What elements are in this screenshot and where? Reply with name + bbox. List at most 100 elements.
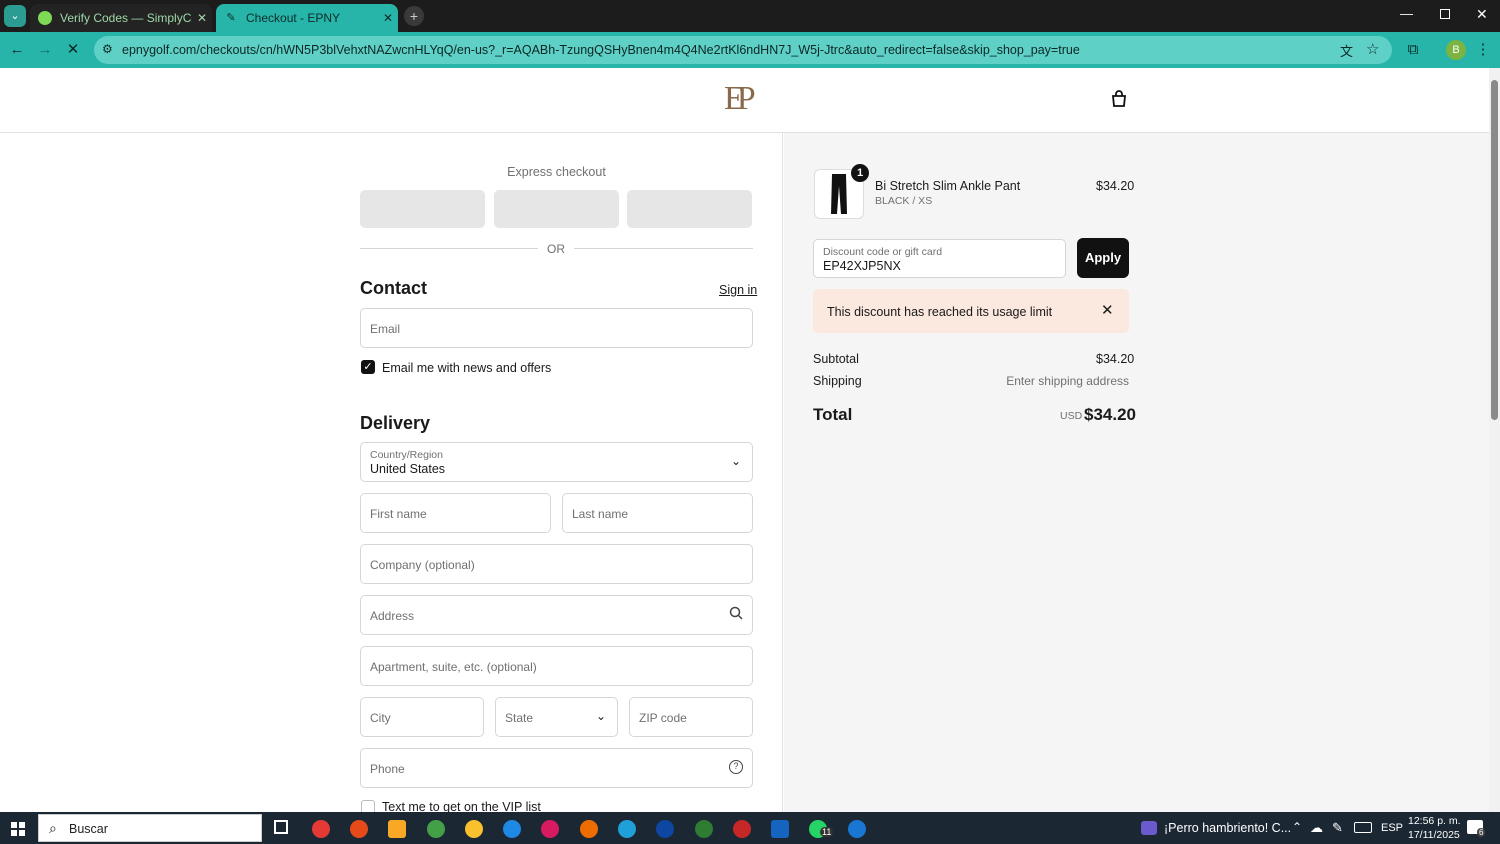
bookmark-star-icon[interactable]: ☆ [1366, 40, 1379, 58]
state-placeholder: State [505, 711, 534, 725]
subtotal-value: $34.20 [1096, 352, 1135, 366]
phone-field[interactable]: Phone ? [360, 748, 753, 788]
windows-start-icon[interactable] [11, 822, 25, 836]
last-name-field[interactable]: Last name [562, 493, 753, 533]
country-select[interactable]: Country/Region United States ⌄ [360, 442, 753, 482]
clock-date[interactable]: 17/11/2025 [1408, 829, 1460, 841]
chrome-profile-icon[interactable] [427, 820, 445, 838]
tab-simplycodes[interactable]: Verify Codes — SimplyCodes ✕ [30, 4, 212, 32]
restore-icon[interactable] [1440, 9, 1450, 19]
express-pay-button-2[interactable] [494, 190, 619, 228]
address-bar[interactable]: ⚙ epnygolf.com/checkouts/cn/hWN5P3blVehx… [94, 36, 1392, 64]
search-text: Buscar [69, 822, 108, 836]
city-field[interactable]: City [360, 697, 484, 737]
total-value: $34.20 [1084, 405, 1136, 424]
notification-count: 6 [1477, 828, 1486, 837]
close-icon[interactable]: ✕ [1101, 301, 1114, 319]
close-window-icon[interactable]: ✕ [1476, 6, 1488, 23]
keyboard-icon[interactable] [1354, 822, 1372, 833]
profile-avatar[interactable]: B [1446, 40, 1466, 60]
taskbar-search[interactable]: ⌕ Buscar [38, 814, 262, 842]
task-view-icon[interactable] [274, 820, 288, 834]
translate-icon[interactable]: 文 [1340, 41, 1353, 60]
last-name-placeholder: Last name [572, 507, 629, 521]
clock-time[interactable]: 12:56 p. m. [1408, 815, 1461, 827]
address-field[interactable]: Address [360, 595, 753, 635]
subtotal-label: Subtotal [813, 352, 859, 366]
error-message: This discount has reached its usage limi… [827, 305, 1053, 319]
currency-label: USD [1060, 410, 1083, 422]
chrome-profile-icon[interactable] [695, 820, 713, 838]
simplycodes-favicon-icon [38, 11, 52, 25]
news-checkbox[interactable]: ✓ [361, 360, 375, 374]
email-placeholder: Email [370, 322, 401, 336]
chrome-profile-icon[interactable] [312, 820, 330, 838]
discount-field[interactable]: Discount code or gift card EP42XJP5NX [813, 239, 1066, 278]
file-explorer-icon[interactable] [388, 820, 406, 838]
divider [574, 248, 753, 249]
edge-icon[interactable] [618, 820, 636, 838]
express-checkout-label: Express checkout [507, 165, 606, 179]
or-label: OR [547, 242, 565, 256]
chrome-profile-icon[interactable] [541, 820, 559, 838]
search-icon: ⌕ [49, 820, 57, 836]
search-icon [729, 606, 743, 620]
help-icon[interactable]: ? [729, 760, 743, 774]
company-field[interactable]: Company (optional) [360, 544, 753, 584]
close-tab-icon[interactable]: ✕ [192, 11, 212, 25]
store-logo[interactable]: EP [724, 80, 756, 118]
cart-icon[interactable] [1110, 90, 1128, 108]
tray-chevron-icon[interactable]: ⌃ [1292, 820, 1302, 834]
stop-loading-icon[interactable]: ✕ [64, 41, 82, 59]
apartment-placeholder: Apartment, suite, etc. (optional) [370, 660, 537, 674]
app-icon[interactable] [656, 820, 674, 838]
site-info-icon[interactable]: ⚙ [102, 42, 113, 56]
chrome-profile-icon[interactable] [503, 820, 521, 838]
chrome-profile-icon[interactable] [350, 820, 368, 838]
menu-icon[interactable]: ⋮ [1474, 41, 1492, 59]
scrollbar-thumb[interactable] [1491, 80, 1498, 420]
sign-in-link[interactable]: Sign in [719, 283, 757, 297]
store-header: EP [0, 68, 1489, 133]
apply-button[interactable]: Apply [1077, 238, 1129, 278]
chrome-profile-icon[interactable] [733, 820, 751, 838]
extensions-icon[interactable]: ⧉ [1404, 41, 1422, 59]
discount-value: EP42XJP5NX [823, 259, 901, 273]
express-pay-button-1[interactable] [360, 190, 485, 228]
language-indicator[interactable]: ESP [1381, 822, 1403, 834]
total-label: Total [813, 405, 853, 424]
new-tab-button[interactable]: + [404, 6, 424, 26]
state-select[interactable]: State ⌄ [495, 697, 618, 737]
browser-titlebar: ⌄ Verify Codes — SimplyCodes ✕ ✎ Checkou… [0, 0, 1500, 32]
notification-text[interactable]: ¡Perro hambriento! C... [1164, 821, 1291, 835]
news-icon[interactable] [1141, 821, 1157, 835]
back-icon[interactable]: ← [8, 41, 26, 59]
minimize-icon[interactable]: — [1400, 6, 1413, 21]
chrome-profile-icon[interactable] [848, 820, 866, 838]
apartment-field[interactable]: Apartment, suite, etc. (optional) [360, 646, 753, 686]
product-name: Bi Stretch Slim Ankle Pant [875, 179, 1021, 193]
chrome-icon[interactable] [465, 820, 483, 838]
chrome-profile-icon[interactable] [580, 820, 598, 838]
city-placeholder: City [370, 711, 391, 725]
email-field[interactable]: Email [360, 308, 753, 348]
pen-icon[interactable]: ✎ [1332, 820, 1343, 836]
country-value: United States [370, 462, 446, 476]
word-icon[interactable] [771, 820, 789, 838]
tab-search-button[interactable]: ⌄ [4, 5, 26, 27]
onedrive-icon[interactable]: ☁ [1310, 820, 1323, 836]
page-scrollbar[interactable] [1489, 68, 1500, 812]
close-tab-icon[interactable]: ✕ [378, 11, 398, 25]
first-name-field[interactable]: First name [360, 493, 551, 533]
tab-checkout[interactable]: ✎ Checkout - EPNY ✕ [216, 4, 398, 32]
whatsapp-badge: 11 [820, 827, 834, 837]
discount-label: Discount code or gift card [823, 246, 943, 258]
order-summary: 1 Bi Stretch Slim Ankle Pant BLACK / XS … [784, 133, 1489, 812]
chevron-down-icon: ⌄ [731, 454, 742, 468]
tab-title: Verify Codes — SimplyCodes [60, 11, 192, 25]
product-variant: BLACK / XS [875, 195, 933, 207]
zip-field[interactable]: ZIP code [629, 697, 753, 737]
forward-icon[interactable]: → [36, 41, 54, 59]
shipping-label: Shipping [813, 374, 862, 388]
express-pay-button-3[interactable] [627, 190, 752, 228]
